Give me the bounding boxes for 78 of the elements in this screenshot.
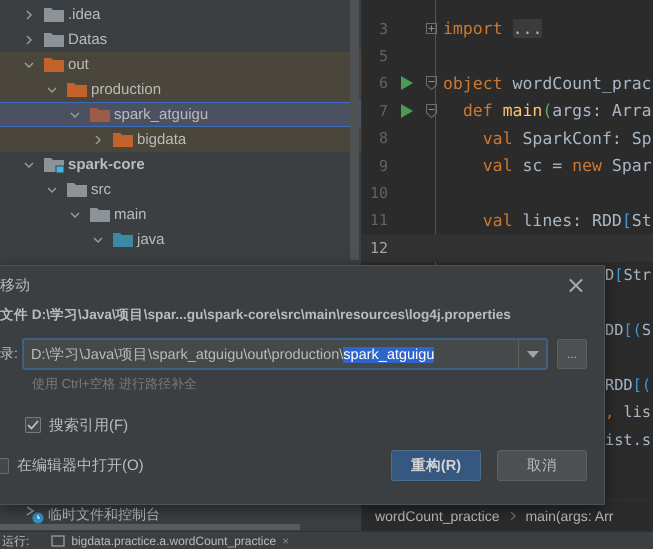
refactor-button[interactable]: 重构(R) — [391, 450, 481, 481]
checkbox[interactable] — [25, 417, 41, 433]
tree-item[interactable]: java — [137, 231, 165, 248]
line-number: 10 — [368, 184, 388, 202]
close-button[interactable]: × — [564, 273, 588, 297]
breadcrumb[interactable]: wordCount_practice — [375, 508, 500, 524]
folder-icon — [67, 182, 87, 198]
folder-icon — [113, 232, 133, 248]
tree-item[interactable]: main — [114, 206, 147, 223]
folder-icon — [90, 106, 110, 122]
directory-combo-field[interactable]: D:\学习\Java\项目\spark_atguigu\out\production\spark_atguigu — [22, 338, 548, 370]
tree-item[interactable]: spark_atguigu — [114, 106, 208, 123]
line-number: 6 — [378, 74, 388, 92]
chevron-down-icon[interactable] — [93, 234, 103, 244]
dropdown-arrow-icon[interactable] — [526, 350, 538, 358]
tree-item[interactable]: src — [91, 181, 111, 198]
code-line: D[Str — [605, 266, 652, 284]
code-line: RDD[( — [605, 376, 652, 394]
chevron-right-icon[interactable] — [24, 10, 34, 20]
tree-item[interactable]: out — [68, 56, 89, 73]
tree-item[interactable]: bigdata — [137, 131, 186, 148]
line-number: 7 — [378, 102, 388, 120]
line-number: 3 — [378, 20, 388, 38]
chevron-right-icon[interactable] — [24, 34, 34, 44]
field-label: 录: — [0, 345, 19, 363]
folder-icon — [90, 206, 110, 222]
line-number: 5 — [378, 47, 388, 66]
chevron-down-icon[interactable] — [70, 110, 80, 120]
chevron-down-icon[interactable] — [47, 184, 57, 194]
folder-icon — [44, 6, 64, 22]
tree-item[interactable]: 临时文件和控制台 — [48, 506, 160, 524]
tree-item[interactable]: spark-core — [68, 156, 145, 173]
code-line: val sc = new Spar — [482, 156, 652, 176]
code-line: , lis — [605, 403, 652, 422]
scrollbar-thumb[interactable] — [0, 524, 300, 530]
tree-item[interactable]: Datas — [68, 31, 108, 48]
chevron-down-icon[interactable] — [47, 84, 57, 94]
run-tab[interactable]: bigdata.practice.a.wordCount_practice × — [51, 534, 290, 548]
folder-icon — [113, 132, 133, 148]
checkbox-label[interactable]: 搜索引用(F) — [49, 416, 128, 434]
cancel-button[interactable]: 取消 — [497, 450, 587, 481]
collapse-icon[interactable] — [426, 104, 437, 118]
chevron-down-icon[interactable] — [70, 210, 80, 220]
folder-icon — [44, 32, 64, 48]
folder-icon — [44, 56, 64, 72]
code-line: val SparkConf: Sp — [482, 128, 652, 148]
file-path-heading: 文件 D:\学习\Java\项目\spar...gu\spark-core\src\main\resources\log4j.properties — [0, 306, 512, 324]
chevron-right-icon[interactable] — [93, 134, 103, 144]
line-number: 9 — [378, 156, 388, 175]
code-line: import ... — [443, 19, 542, 38]
browse-button[interactable]: ... — [557, 339, 587, 369]
code-line: val lines: RDD[St — [482, 210, 652, 230]
code-line: def main(args: Arra — [462, 101, 652, 120]
line-number: 12 — [368, 238, 388, 257]
checkbox-label[interactable]: 在编辑器中打开(O) — [17, 456, 144, 475]
hint-text: 使用 Ctrl+空格 进行路径补全 — [31, 375, 198, 393]
line-number: 11 — [368, 211, 388, 230]
tree-item[interactable]: .idea — [68, 6, 101, 23]
run-icon[interactable] — [401, 76, 413, 90]
chevron-right-icon — [510, 511, 516, 521]
code-line: DD[(S — [605, 320, 652, 339]
code-line: ist.s — [605, 430, 652, 449]
window-icon — [51, 535, 66, 547]
dialog-title: 移动 — [0, 276, 30, 294]
line-number: 8 — [378, 129, 388, 148]
code-line: object wordCount_prac — [443, 74, 652, 93]
chevron-down-icon[interactable] — [24, 160, 34, 170]
folder-icon — [67, 82, 87, 98]
chevron-down-icon[interactable] — [24, 60, 34, 70]
module-folder-icon — [44, 156, 64, 172]
scrollbar-thumb[interactable] — [350, 0, 359, 260]
console-clock-icon — [26, 506, 44, 524]
run-label: 运行: — [2, 532, 30, 549]
expand-icon[interactable] — [426, 23, 437, 34]
tree-item[interactable]: production — [91, 81, 162, 98]
run-icon[interactable] — [401, 104, 413, 118]
collapse-icon[interactable] — [426, 76, 437, 90]
breadcrumb[interactable]: main(args: Arr — [526, 508, 614, 524]
